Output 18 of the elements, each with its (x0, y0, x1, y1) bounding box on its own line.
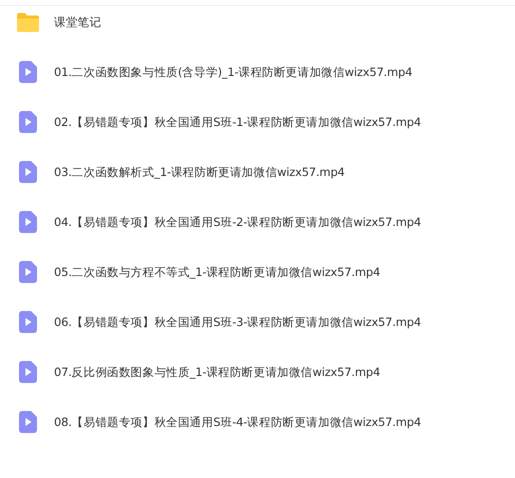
video-file-icon (19, 411, 37, 433)
video-file-icon (19, 311, 37, 333)
file-name[interactable]: 03.二次函数解析式_1-课程防断更请加微信wizx57.mp4 (54, 164, 345, 180)
file-name[interactable]: 08.【易错题专项】秋全国通用S班-4-课程防断更请加微信wizx57.mp4 (54, 414, 421, 430)
video-file-icon (19, 211, 37, 233)
folder-icon (16, 12, 40, 32)
video-file-icon (19, 61, 37, 83)
file-name[interactable]: 01.二次函数图象与性质(含导学)_1-课程防断更请加微信wizx57.mp4 (54, 64, 412, 80)
folder-name[interactable]: 课堂笔记 (54, 14, 102, 30)
file-name[interactable]: 07.反比例函数图象与性质_1-课程防断更请加微信wizx57.mp4 (54, 364, 380, 380)
file-name[interactable]: 04.【易错题专项】秋全国通用S班-2-课程防断更请加微信wizx57.mp4 (54, 214, 421, 230)
file-name[interactable]: 02.【易错题专项】秋全国通用S班-1-课程防断更请加微信wizx57.mp4 (54, 114, 421, 130)
video-file-icon (19, 361, 37, 383)
video-file-icon (19, 111, 37, 133)
video-file-icon (19, 261, 37, 283)
file-name[interactable]: 05.二次函数与方程不等式_1-课程防断更请加微信wizx57.mp4 (54, 264, 380, 280)
file-name[interactable]: 06.【易错题专项】秋全国通用S班-3-课程防断更请加微信wizx57.mp4 (54, 314, 421, 330)
video-file-icon (19, 161, 37, 183)
